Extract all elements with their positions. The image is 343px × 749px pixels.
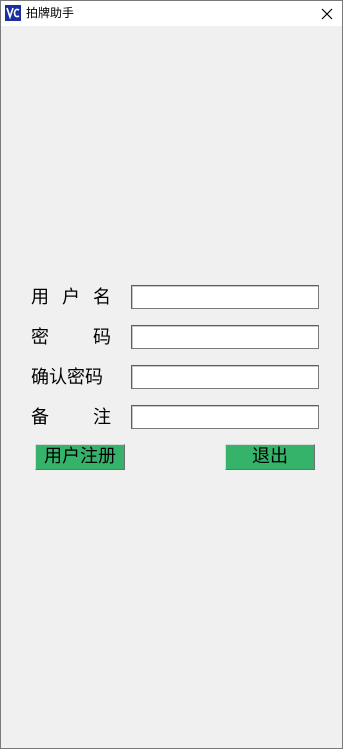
app-window: 拍牌助手 用 户 名 密 码 确认密码 备 注 用户注册 退出 bbox=[0, 0, 343, 749]
remark-input[interactable] bbox=[131, 405, 319, 429]
password-input[interactable] bbox=[131, 325, 319, 349]
close-icon bbox=[321, 8, 333, 19]
title-bar: 拍牌助手 bbox=[1, 1, 342, 26]
username-input[interactable] bbox=[131, 285, 319, 309]
app-logo-icon bbox=[5, 5, 21, 21]
remark-label: 备 注 bbox=[31, 407, 111, 428]
window-title: 拍牌助手 bbox=[26, 6, 75, 20]
confirm-password-input[interactable] bbox=[131, 365, 319, 389]
exit-button[interactable]: 退出 bbox=[225, 444, 315, 470]
username-label: 用 户 名 bbox=[31, 287, 111, 308]
register-button[interactable]: 用户注册 bbox=[35, 444, 125, 470]
password-label: 密 码 bbox=[31, 327, 111, 348]
close-button[interactable] bbox=[312, 1, 342, 26]
confirm-password-label: 确认密码 bbox=[31, 367, 103, 388]
